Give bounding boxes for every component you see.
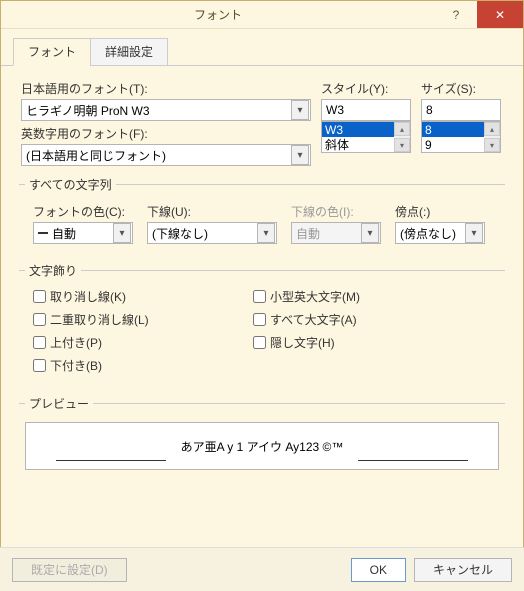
fontcolor-label: フォントの色(C): (33, 203, 133, 220)
ulcolor-value: 自動 (296, 225, 320, 242)
help-button[interactable]: ? (435, 1, 477, 28)
emph-label: 傍点(:) (395, 203, 485, 220)
jp-font-select[interactable]: ヒラギノ明朝 ProN W3 ▾ (21, 99, 311, 121)
dropdown-icon[interactable]: ▾ (465, 223, 483, 243)
ok-button[interactable]: OK (351, 558, 406, 582)
tab-advanced[interactable]: 詳細設定 (90, 38, 168, 66)
fontcolor-value: 自動 (52, 225, 76, 242)
underline-select[interactable]: (下線なし) ▾ (147, 222, 277, 244)
cb-sup-input[interactable] (33, 336, 46, 349)
scroll-down-icon[interactable]: ▾ (484, 138, 500, 152)
cb-hidden-input[interactable] (253, 336, 266, 349)
cancel-button[interactable]: キャンセル (414, 558, 512, 582)
close-button[interactable]: ✕ (477, 1, 523, 28)
fontcolor-select[interactable]: 自動 ▾ (33, 222, 133, 244)
cb-dstrike-input[interactable] (33, 313, 46, 326)
size-label: サイズ(S): (421, 80, 501, 97)
preview-legend: プレビュー (25, 395, 93, 412)
dialog-title: フォント (1, 6, 435, 23)
underline-label: 下線(U): (147, 203, 277, 220)
preview-underline (358, 460, 468, 461)
ulcolor-select: 自動 ▾ (291, 222, 381, 244)
scroll-down-icon[interactable]: ▾ (394, 138, 410, 152)
cb-sub[interactable]: 下付き(B) (25, 354, 245, 377)
jp-font-label: 日本語用のフォント(T): (21, 80, 311, 97)
dropdown-icon[interactable]: ▾ (291, 145, 309, 165)
cb-strike[interactable]: 取り消し線(K) (25, 285, 245, 308)
cb-dstrike[interactable]: 二重取り消し線(L) (25, 308, 245, 331)
emph-value: (傍点なし) (400, 225, 456, 242)
preview-text: あア亜A y 1 アイウ Ay123 ©™ (181, 438, 344, 455)
allchars-legend: すべての文字列 (25, 176, 116, 193)
emph-select[interactable]: (傍点なし) ▾ (395, 222, 485, 244)
scroll-up-icon[interactable]: ▴ (484, 122, 500, 136)
en-font-select[interactable]: (日本語用と同じフォント) ▾ (21, 144, 311, 166)
cb-sup[interactable]: 上付き(P) (25, 331, 245, 354)
style-option[interactable]: 太字 (322, 152, 410, 153)
decor-legend: 文字飾り (25, 262, 81, 279)
cb-strike-input[interactable] (33, 290, 46, 303)
size-option[interactable]: 10 (422, 152, 500, 153)
cb-hidden[interactable]: 隠し文字(H) (245, 331, 499, 354)
dropdown-icon[interactable]: ▾ (291, 100, 309, 120)
cb-smallcaps[interactable]: 小型英大文字(M) (245, 285, 499, 308)
style-listbox[interactable]: W3 斜体 太字 ▴▾ (321, 121, 411, 153)
color-swatch (38, 232, 48, 234)
ulcolor-label: 下線の色(I): (291, 203, 381, 220)
en-font-value: (日本語用と同じフォント) (26, 147, 166, 164)
style-value: W3 (326, 103, 344, 117)
dropdown-icon[interactable]: ▾ (113, 223, 131, 243)
size-value: 8 (426, 103, 433, 117)
preview-box: あア亜A y 1 アイウ Ay123 ©™ (25, 422, 499, 470)
cb-sub-input[interactable] (33, 359, 46, 372)
size-input[interactable]: 8 (421, 99, 501, 121)
scroll-up-icon[interactable]: ▴ (394, 122, 410, 136)
size-listbox[interactable]: 8 9 10 ▴▾ (421, 121, 501, 153)
cb-allcaps[interactable]: すべて大文字(A) (245, 308, 499, 331)
en-font-label: 英数字用のフォント(F): (21, 125, 311, 142)
dropdown-icon[interactable]: ▾ (257, 223, 275, 243)
dropdown-icon: ▾ (361, 223, 379, 243)
set-default-button[interactable]: 既定に設定(D) (12, 558, 127, 582)
style-input[interactable]: W3 (321, 99, 411, 121)
preview-underline (56, 460, 166, 461)
tab-font[interactable]: フォント (13, 38, 91, 66)
cb-allcaps-input[interactable] (253, 313, 266, 326)
style-label: スタイル(Y): (321, 80, 411, 97)
jp-font-value: ヒラギノ明朝 ProN W3 (26, 102, 150, 119)
cb-smallcaps-input[interactable] (253, 290, 266, 303)
underline-value: (下線なし) (152, 225, 208, 242)
